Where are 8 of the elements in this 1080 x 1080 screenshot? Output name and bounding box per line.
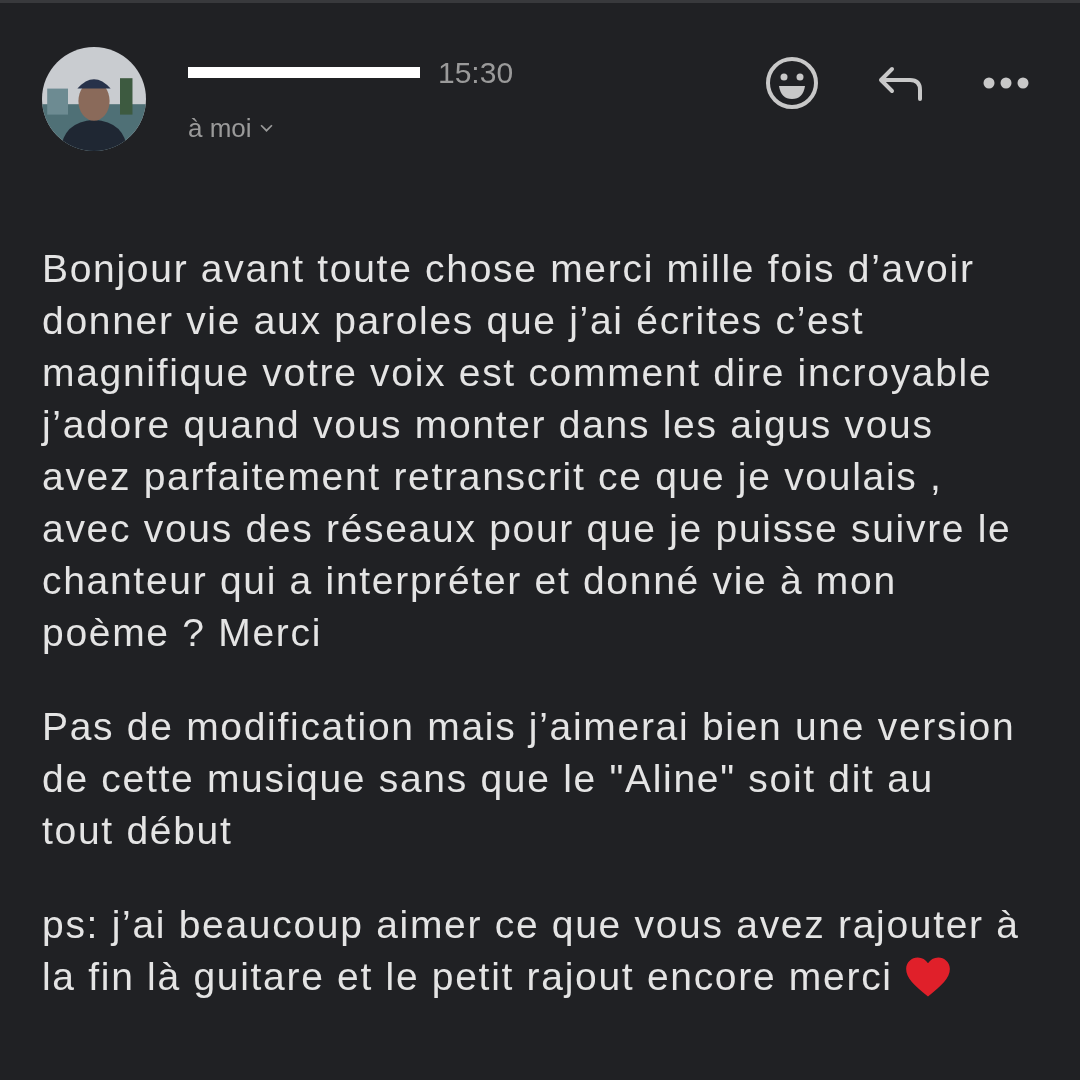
- emoji-icon[interactable]: [764, 55, 820, 111]
- message-paragraph: Bonjour avant toute chose merci mille fois d’avoir donner vie aux paroles que j’ai écrites c’est magnifique votre voix est comment dire incroyable j’adore quand vous monter dans les aigus vous avez parfaitement retranscrit ce que je voulais , avec vous des réseaux pour que je puisse suivre le chanteur qui a interpréter et donné vie à mon poème ? Merci: [42, 246, 1013, 656]
- message-paragraph: ps: j’ai beaucoup aimer ce que vous avez rajouter à la fin là guitare et le petit rajout encore merci: [42, 902, 1021, 1000]
- message-paragraph: Pas de modification mais j’aimerai bien une version de cette musique sans que le "Aline" soit dit au tout début: [42, 704, 1017, 854]
- more-icon[interactable]: [982, 76, 1030, 90]
- chevron-icon: [259, 124, 273, 133]
- message-time: 15:30: [438, 56, 514, 90]
- recipient-dropdown[interactable]: à moi: [188, 113, 273, 144]
